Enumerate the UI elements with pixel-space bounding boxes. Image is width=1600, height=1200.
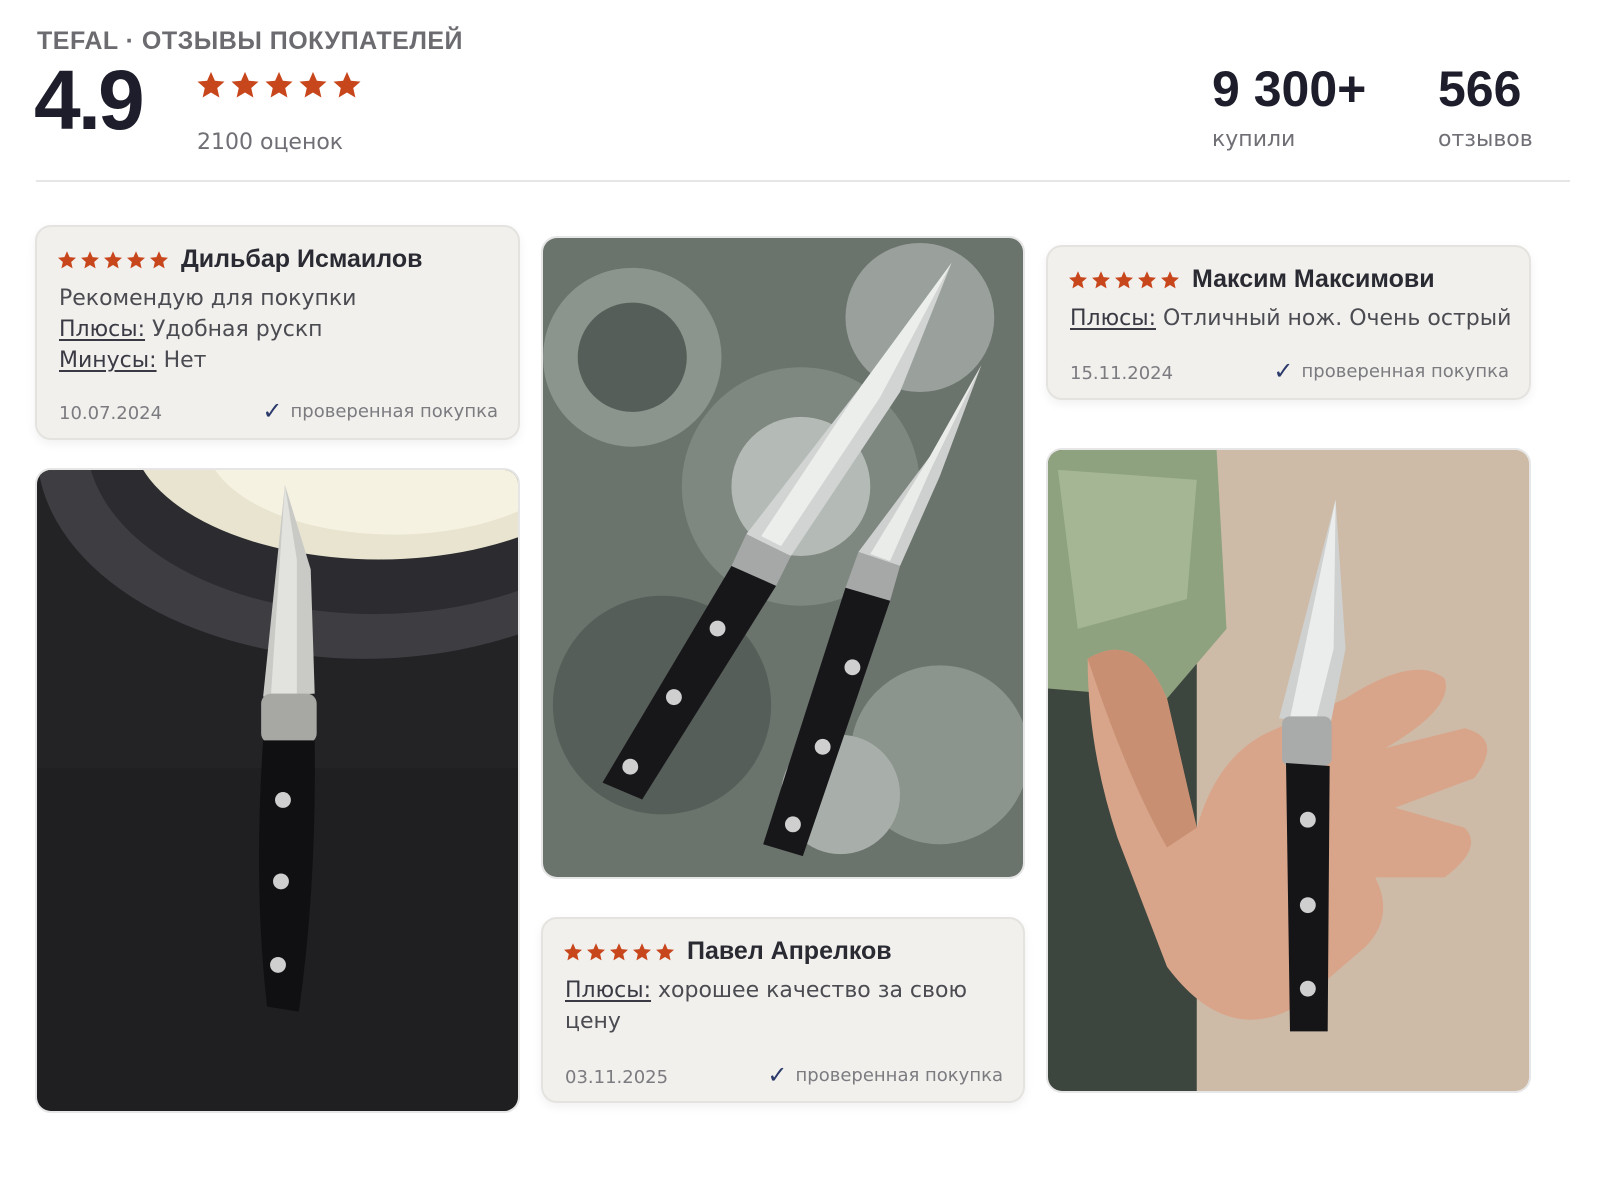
ratings-count: 2100 оценок — [197, 130, 344, 155]
pros-label: Плюсы: — [565, 978, 652, 1003]
two-knives-photo-on-floral-cloth — [543, 238, 1023, 877]
star-icon — [230, 70, 260, 100]
checkmark-icon: ✓ — [1273, 357, 1294, 385]
header-divider — [36, 180, 1570, 182]
checkmark-icon: ✓ — [262, 397, 283, 425]
star-icon — [632, 942, 652, 962]
pros-text: Удобная рускп — [152, 317, 323, 342]
stat-label: купили — [1212, 127, 1296, 152]
stat-bought: 9 300+ купили — [1212, 61, 1367, 153]
review-photo-knife-in-hand[interactable] — [1046, 448, 1531, 1093]
review-text: Плюсы: хорошее качество за свою цену — [565, 975, 985, 1037]
average-rating-stars — [196, 70, 362, 100]
star-icon — [1068, 270, 1088, 290]
review-date: 10.07.2024 — [59, 403, 163, 424]
verified-label: проверенная покупка — [795, 1064, 1003, 1086]
star-icon — [126, 250, 146, 270]
review-card: Павел Апрелков Плюсы: хорошее качество з… — [541, 917, 1025, 1103]
verified-purchase: ✓ проверенная покупка — [1273, 359, 1509, 383]
pros-label: Плюсы: — [59, 317, 146, 342]
review-text: Рекомендую для покупки Плюсы: Удобная ру… — [59, 283, 356, 376]
review-stars — [563, 942, 675, 962]
checkmark-icon: ✓ — [767, 1061, 788, 1089]
stat-label: отзывов — [1438, 127, 1533, 152]
verified-label: проверенная покупка — [1301, 360, 1509, 382]
cons-label: Минусы: — [59, 348, 157, 373]
star-icon — [57, 250, 77, 270]
review-date: 03.11.2025 — [565, 1067, 669, 1088]
star-icon — [298, 70, 328, 100]
pros-text: Отличный нож. Очень острый — [1163, 306, 1512, 331]
knife-in-hand-photo — [1048, 450, 1529, 1091]
star-icon — [1114, 270, 1134, 290]
review-stars — [1068, 270, 1180, 290]
review-card: Максим Максимови Плюсы: Отличный нож. Оч… — [1046, 245, 1531, 400]
knife-photo-on-counter — [37, 470, 518, 1111]
review-stars — [57, 250, 169, 270]
page-brand-title: TEFAL · ОТЗЫВЫ ПОКУПАТЕЛЕЙ — [37, 27, 464, 55]
average-score: 4.9 — [34, 53, 145, 147]
review-comment: Рекомендую для покупки — [59, 286, 357, 311]
reviewer-name: Дильбар Исмаилов — [181, 245, 423, 273]
pros-label: Плюсы: — [1070, 306, 1157, 331]
stat-value: 566 — [1438, 61, 1522, 117]
star-icon — [563, 942, 583, 962]
star-icon — [1137, 270, 1157, 290]
review-photo-two-knives[interactable] — [541, 236, 1025, 879]
star-icon — [655, 942, 675, 962]
star-icon — [332, 70, 362, 100]
reviewer-name: Павел Апрелков — [687, 937, 892, 965]
stat-value: 9 300+ — [1212, 61, 1367, 117]
star-icon — [196, 70, 226, 100]
star-icon — [80, 250, 100, 270]
star-icon — [1160, 270, 1180, 290]
reviewer-name: Максим Максимови — [1192, 265, 1435, 293]
cons-text: Нет — [163, 348, 207, 373]
star-icon — [586, 942, 606, 962]
verified-label: проверенная покупка — [290, 400, 498, 422]
review-card: Дильбар Исмаилов Рекомендую для покупки … — [35, 225, 520, 440]
verified-purchase: ✓ проверенная покупка — [767, 1063, 1003, 1087]
star-icon — [609, 942, 629, 962]
star-icon — [149, 250, 169, 270]
review-photo-knife-on-counter[interactable] — [35, 468, 520, 1113]
star-icon — [264, 70, 294, 100]
verified-purchase: ✓ проверенная покупка — [262, 399, 498, 423]
star-icon — [103, 250, 123, 270]
star-icon — [1091, 270, 1111, 290]
review-text: Плюсы: Отличный нож. Очень острый — [1070, 303, 1511, 334]
review-date: 15.11.2024 — [1070, 363, 1174, 384]
stat-reviews: 566 отзывов — [1438, 61, 1533, 153]
